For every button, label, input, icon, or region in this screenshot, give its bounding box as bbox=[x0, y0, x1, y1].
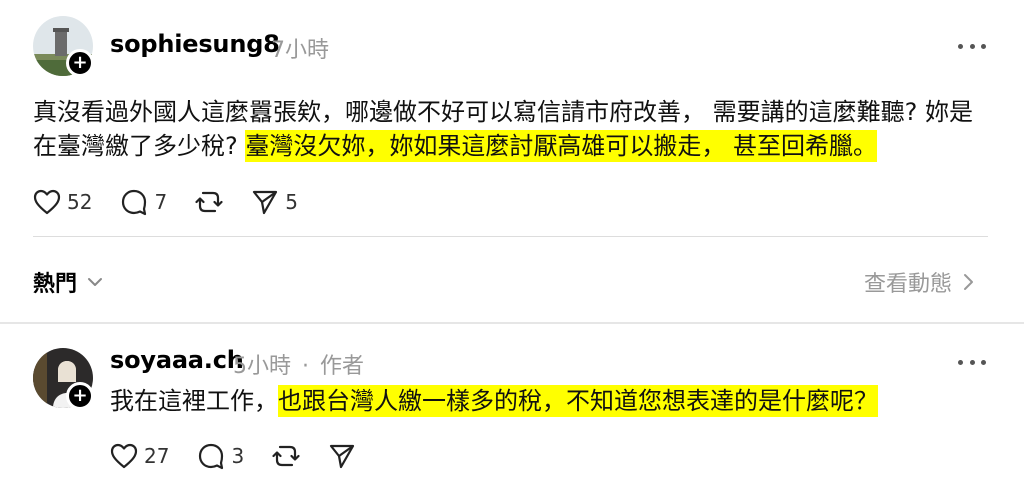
comment-icon bbox=[122, 189, 147, 216]
meta-separator: · bbox=[302, 354, 309, 379]
comment-icon bbox=[199, 443, 224, 470]
comment-button[interactable]: 7 bbox=[120, 188, 167, 216]
section-divider bbox=[0, 322, 1024, 324]
reply-text: 我在這裡工作， bbox=[110, 387, 278, 415]
repost-icon bbox=[195, 191, 223, 213]
reply-actions: 27 3 bbox=[110, 440, 384, 472]
sort-dropdown[interactable]: 熱門 bbox=[33, 266, 103, 298]
more-options-icon[interactable] bbox=[958, 42, 986, 50]
follow-plus-icon[interactable]: + bbox=[66, 382, 94, 410]
chevron-down-icon bbox=[88, 278, 103, 286]
heart-icon bbox=[33, 189, 61, 215]
repost-icon bbox=[272, 445, 300, 467]
post-username[interactable]: sophiesung8 bbox=[110, 30, 280, 58]
heart-icon bbox=[110, 443, 138, 469]
reply-username[interactable]: soyaaa.ch bbox=[110, 346, 244, 374]
follow-plus-icon[interactable]: + bbox=[66, 49, 94, 77]
share-icon bbox=[253, 190, 278, 215]
repost-button[interactable] bbox=[195, 188, 223, 216]
reply-highlighted-text: 也跟台灣人繳一樣多的稅，不知道您想表達的是什麼呢？ bbox=[278, 385, 878, 417]
post-time: 7小時 bbox=[271, 38, 329, 63]
post-actions: 52 7 5 bbox=[33, 186, 326, 218]
sort-label: 熱門 bbox=[33, 272, 78, 297]
repost-button[interactable] bbox=[272, 442, 300, 470]
share-button[interactable] bbox=[328, 442, 356, 470]
more-options-icon[interactable] bbox=[958, 358, 986, 366]
like-button[interactable]: 27 bbox=[110, 443, 169, 469]
author-badge: 作者 bbox=[320, 354, 365, 379]
view-activity-label: 查看動態 bbox=[864, 272, 953, 297]
comment-count: 3 bbox=[231, 444, 245, 468]
view-activity-link[interactable]: 查看動態 bbox=[864, 266, 974, 298]
reply-time: 5小時 bbox=[233, 354, 291, 379]
share-count: 5 bbox=[285, 190, 298, 214]
share-button[interactable]: 5 bbox=[251, 188, 298, 216]
chevron-right-icon bbox=[964, 274, 974, 290]
like-count: 52 bbox=[67, 190, 93, 214]
share-icon bbox=[330, 444, 355, 469]
reply-meta: 5小時 · 作者 bbox=[233, 348, 364, 380]
divider bbox=[33, 236, 988, 237]
post-body: 真沒看過外國人這麼囂張欸，哪邊做不好可以寫信請市府改善， 需要講的這麼難聽? 妳… bbox=[33, 95, 993, 163]
comment-count: 7 bbox=[154, 190, 168, 214]
comment-button[interactable]: 3 bbox=[197, 442, 244, 470]
post-highlighted-text: 臺灣沒欠妳，妳如果這麼討厭高雄可以搬走， 甚至回希臘。 bbox=[245, 130, 878, 162]
reply-body: 我在這裡工作，也跟台灣人繳一樣多的稅，不知道您想表達的是什麼呢？ bbox=[110, 384, 990, 418]
like-button[interactable]: 52 bbox=[33, 189, 92, 215]
like-count: 27 bbox=[144, 444, 170, 468]
